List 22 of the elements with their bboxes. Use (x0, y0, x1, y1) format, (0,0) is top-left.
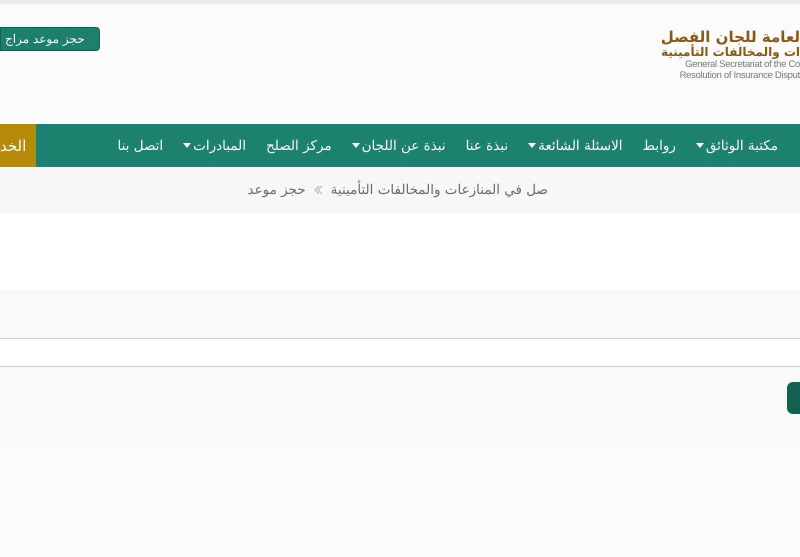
logo-title: لعامة للجان الفصل (660, 29, 800, 46)
breadcrumb-link[interactable]: صل في المنازعات والمخالفات التأمينية (330, 182, 548, 198)
logo-title: ات والمخالفات التأمينية (661, 46, 800, 60)
breadcrumb-link[interactable]: حجز موعد (248, 182, 306, 198)
booking-button[interactable]: حجز موعد مراج (0, 27, 100, 51)
nav-item[interactable]: اتصل بنا (117, 138, 164, 154)
nav-item[interactable]: الخد (0, 124, 36, 167)
chevron-icon (314, 185, 323, 195)
nav-item[interactable]: نبذة عن اللجان (352, 138, 446, 154)
caret-icon (696, 143, 704, 148)
nav-item[interactable]: روابط (642, 138, 676, 154)
nav-item[interactable]: الاسئلة الشائعة (528, 138, 623, 154)
button[interactable] (787, 382, 800, 414)
caret-icon (528, 143, 536, 148)
caret-icon (352, 143, 360, 148)
caret-icon (183, 143, 192, 148)
logo-subtitle: Resolution of Insurance Disput (680, 70, 800, 82)
nav-item[interactable]: مكتبة الوثائق (696, 138, 778, 154)
nav-item[interactable]: المبادرات (183, 138, 246, 154)
nav-item[interactable]: نبذة عنا (466, 138, 508, 154)
nav-item[interactable]: مركز الصلح (266, 138, 332, 154)
logo-subtitle: General Secretariat of the Co (685, 60, 800, 71)
